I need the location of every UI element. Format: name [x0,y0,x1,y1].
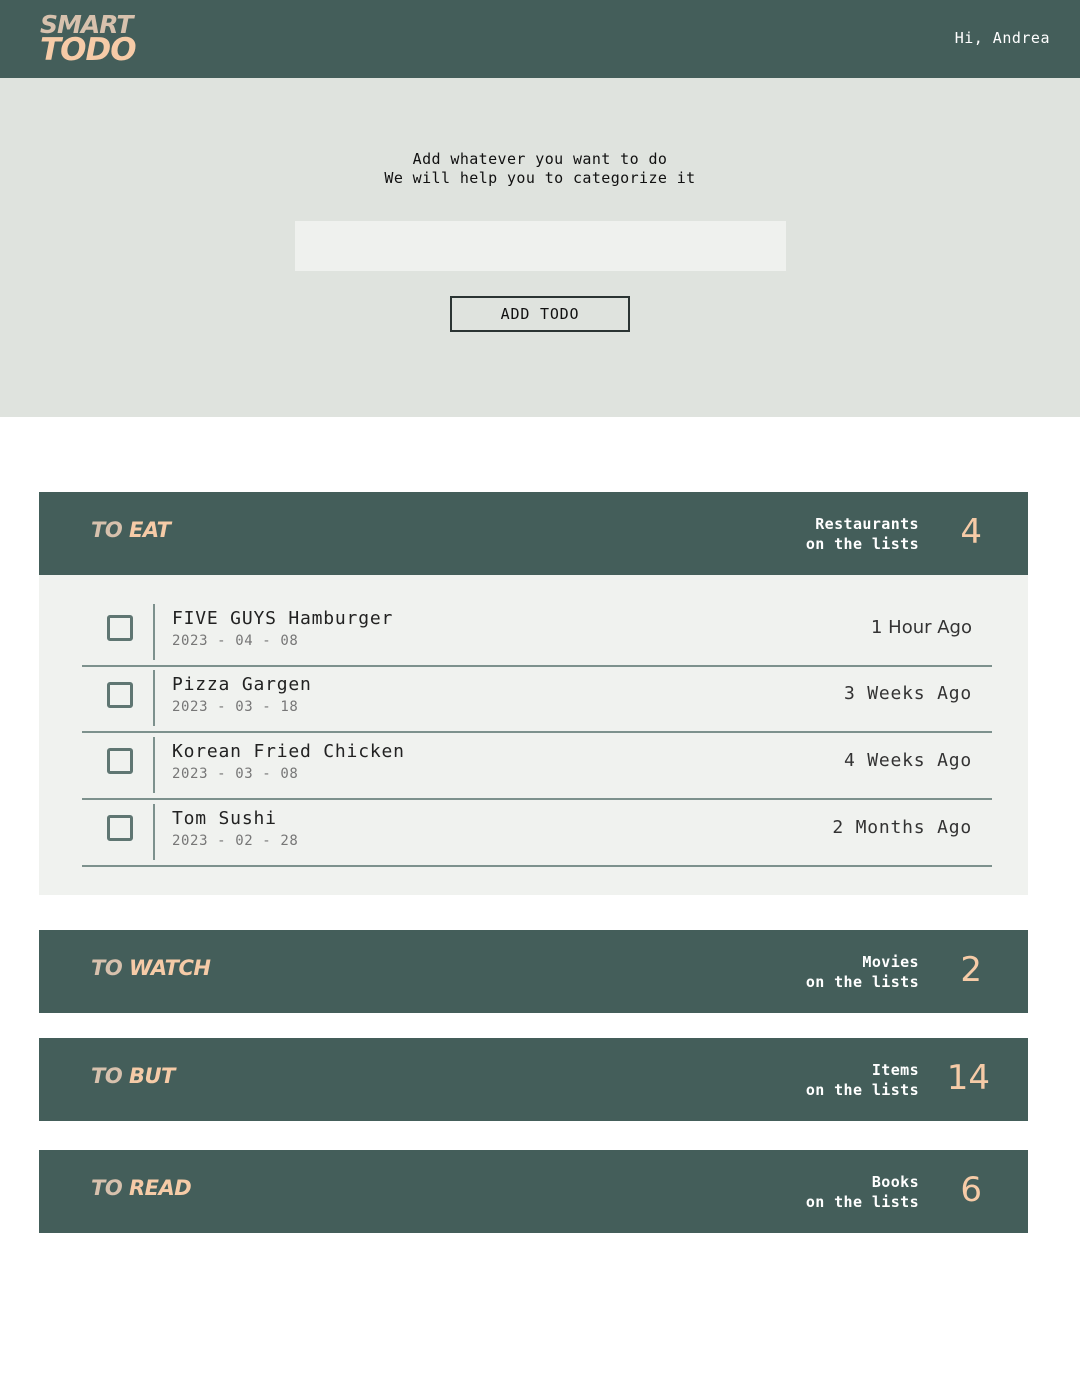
todo-checkbox[interactable] [107,682,133,708]
category-title-prefix: TO [91,518,123,542]
category-description: Books on the lists [806,1172,919,1212]
category-title: TO WATCH [91,956,211,980]
category-title-prefix: TO [91,956,123,980]
user-greeting: Hi, Andrea [954,29,1050,47]
todo-checkbox[interactable] [107,615,133,641]
category-title-prefix: TO [91,1064,123,1088]
list-item: FIVE GUYS Hamburger 2023 - 04 - 08 1 Hou… [82,602,992,667]
todo-relative-time: 4 Weeks Ago [843,750,972,771]
category-title: TO READ [91,1176,192,1200]
category-desc-line-1: Items [871,1061,919,1079]
category-title-main: READ [129,1176,192,1200]
eat-todo-list: FIVE GUYS Hamburger 2023 - 04 - 08 1 Hou… [39,575,1028,895]
category-title-prefix: TO [91,1176,123,1200]
category-header-read[interactable]: TO READ Books on the lists 6 [39,1150,1028,1233]
category-desc-line-2: on the lists [805,1081,919,1099]
category-description: Restaurants on the lists [806,514,919,554]
list-item: Korean Fried Chicken 2023 - 03 - 08 4 We… [82,735,992,800]
category-description: Movies on the lists [806,952,919,992]
row-divider [153,737,155,793]
category-desc-line-2: on the lists [805,535,919,553]
category-header-watch[interactable]: TO WATCH Movies on the lists 2 [39,930,1028,1013]
category-count: 14 [946,1058,990,1098]
list-item: Pizza Gargen 2023 - 03 - 18 3 Weeks Ago [82,668,992,733]
category-header-buy[interactable]: TO BUT Items on the lists 14 [39,1038,1028,1121]
app-logo[interactable]: SMART TODO [40,12,140,66]
category-desc-line-2: on the lists [805,973,919,991]
todo-input[interactable] [295,221,786,271]
todo-date: 2023 - 03 - 08 [172,766,299,782]
category-desc-line-2: on the lists [805,1193,919,1211]
category-desc-line-1: Restaurants [815,515,919,533]
row-divider [153,604,155,660]
row-divider [153,804,155,860]
add-todo-button[interactable]: ADD TODO [450,296,630,332]
category-count: 4 [960,512,982,552]
category-desc-line-1: Movies [862,953,919,971]
hero-line-1: Add whatever you want to do [412,150,668,168]
category-title: TO BUT [91,1066,175,1087]
todo-date: 2023 - 03 - 18 [172,699,299,715]
todo-relative-time: 1 Hour Ago [870,617,972,638]
todo-name: Korean Fried Chicken [172,741,405,762]
category-count: 6 [960,1170,982,1210]
list-item: Tom Sushi 2023 - 02 - 28 2 Months Ago [82,802,992,867]
add-todo-section: Add whatever you want to do We will help… [0,78,1080,417]
todo-checkbox[interactable] [107,748,133,774]
todo-relative-time: 2 Months Ago [832,817,972,838]
row-divider [153,670,155,726]
logo-bottom-text: TODO [40,32,137,68]
todo-name: Tom Sushi [172,808,277,829]
todo-name: FIVE GUYS Hamburger [172,608,394,629]
category-title: TO EAT [91,518,171,542]
todo-checkbox[interactable] [107,815,133,841]
todo-date: 2023 - 02 - 28 [172,833,299,849]
hero-instructions: Add whatever you want to do We will help… [0,150,1080,188]
category-desc-line-1: Books [871,1173,919,1191]
category-header-eat[interactable]: TO EAT Restaurants on the lists 4 [39,492,1028,575]
category-title-main: WATCH [129,956,211,980]
top-bar: SMART TODO Hi, Andrea [0,0,1080,78]
todo-relative-time: 3 Weeks Ago [843,683,972,704]
todo-name: Pizza Gargen [172,674,312,695]
hero-line-2: We will help you to categorize it [384,169,696,187]
category-description: Items on the lists [806,1060,919,1100]
category-title-main: BUT [129,1064,175,1088]
category-title-main: EAT [129,518,171,542]
todo-date: 2023 - 04 - 08 [172,633,299,649]
category-count: 2 [960,950,982,990]
